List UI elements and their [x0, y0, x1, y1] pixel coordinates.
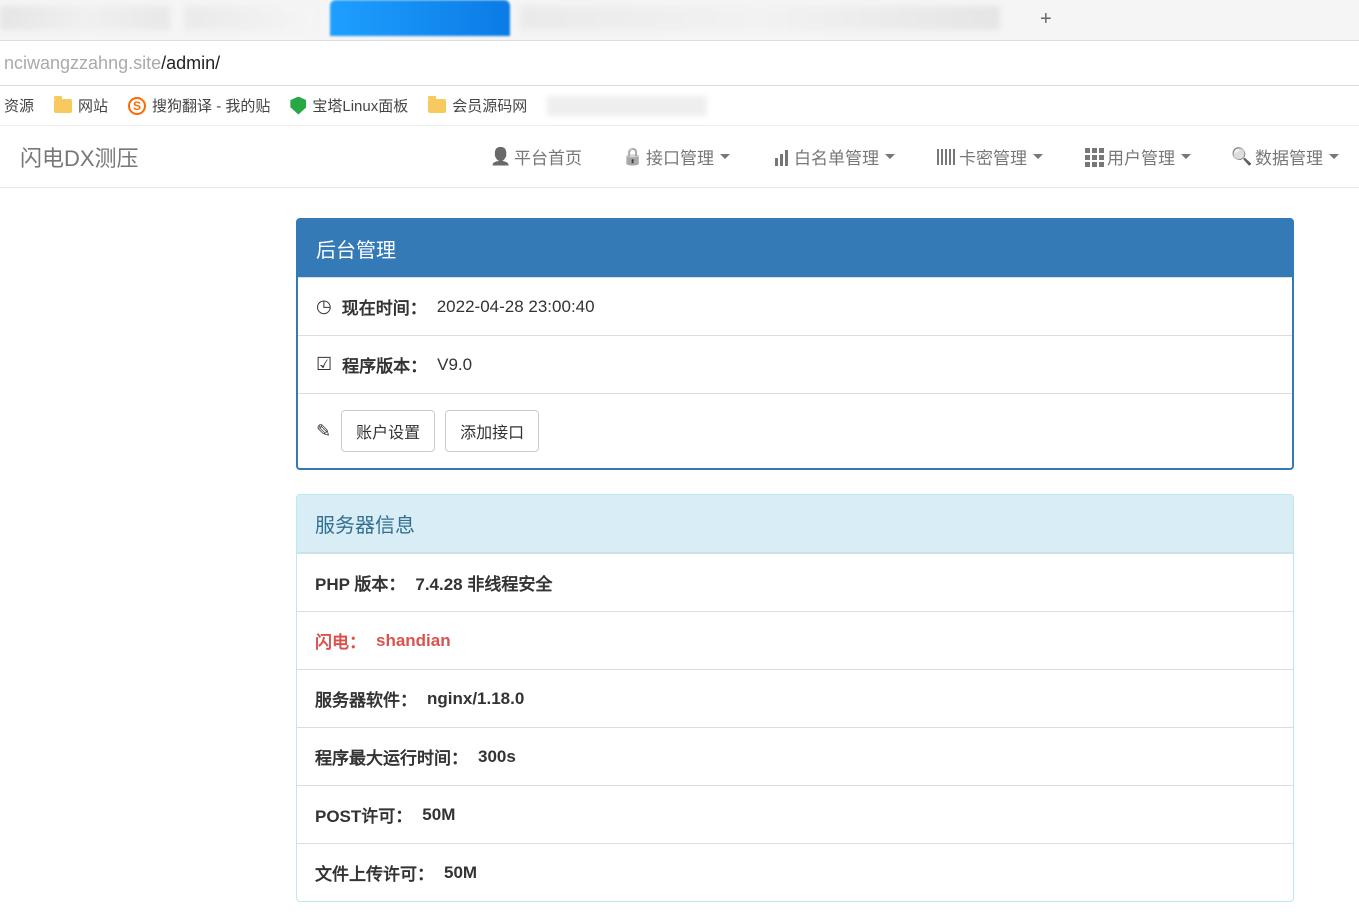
- nav-api-management[interactable]: 接口管理: [624, 144, 730, 169]
- bookmark-resource[interactable]: 资源: [4, 95, 34, 116]
- bookmark-baota[interactable]: 宝塔Linux面板: [290, 95, 408, 116]
- brand-title[interactable]: 闪电DX测压: [20, 141, 139, 173]
- search-icon: [1233, 148, 1251, 166]
- bookmark-member[interactable]: 会员源码网: [428, 95, 527, 116]
- chevron-down-icon: [1329, 154, 1339, 159]
- upload-value: 50M: [444, 863, 477, 883]
- sd-label: 闪电：: [315, 628, 366, 653]
- row-current-time: 现在时间： 2022-04-28 23:00:40: [298, 277, 1292, 335]
- version-value: V9.0: [437, 355, 472, 375]
- chevron-down-icon: [1033, 154, 1043, 159]
- shield-icon: [290, 97, 306, 115]
- url-path: /admin/: [161, 53, 220, 74]
- panel-admin: 后台管理 现在时间： 2022-04-28 23:00:40 程序版本： V9.…: [296, 218, 1294, 470]
- sd-value: shandian: [376, 631, 451, 651]
- post-value: 50M: [422, 805, 455, 825]
- row-max-runtime: 程序最大运行时间： 300s: [297, 727, 1293, 785]
- nav-whitelist-management[interactable]: 白名单管理: [772, 144, 895, 169]
- upload-label: 文件上传许可：: [315, 860, 434, 885]
- nav-label: 平台首页: [514, 144, 582, 169]
- row-post-limit: POST许可： 50M: [297, 785, 1293, 843]
- chevron-down-icon: [885, 154, 895, 159]
- bookmark-label: 宝塔Linux面板: [312, 95, 408, 116]
- pencil-icon: [316, 421, 331, 442]
- main-content: 后台管理 现在时间： 2022-04-28 23:00:40 程序版本： V9.…: [0, 188, 1359, 902]
- row-actions: 账户设置 添加接口: [298, 393, 1292, 468]
- chevron-down-icon: [1181, 154, 1191, 159]
- panel-server-info: 服务器信息 PHP 版本： 7.4.28 非线程安全 闪电： shandian …: [296, 494, 1294, 902]
- bookmark-label: 网站: [78, 95, 108, 116]
- sogou-icon: S: [128, 97, 146, 115]
- nav-card-management[interactable]: 卡密管理: [937, 144, 1043, 169]
- main-navbar: 闪电DX测压 平台首页 接口管理 白名单管理 卡密管理 用户管理 数据管: [0, 126, 1359, 188]
- tab-blurred-2: [185, 6, 315, 30]
- row-php-version: PHP 版本： 7.4.28 非线程安全: [297, 553, 1293, 611]
- barcode-icon: [937, 149, 955, 165]
- bookmark-label: 资源: [4, 95, 34, 116]
- nav-label: 接口管理: [646, 144, 714, 169]
- check-icon: [316, 354, 332, 375]
- php-value: 7.4.28 非线程安全: [415, 570, 552, 595]
- time-label: 现在时间：: [342, 294, 427, 319]
- panel-admin-heading: 后台管理: [298, 220, 1292, 277]
- post-label: POST许可：: [315, 802, 412, 827]
- folder-icon: [54, 99, 72, 113]
- nav-label: 白名单管理: [794, 144, 879, 169]
- lock-icon: [624, 148, 642, 166]
- tab-active[interactable]: [330, 0, 510, 36]
- nav-home[interactable]: 平台首页: [492, 144, 582, 169]
- browser-tabs: +: [0, 0, 1359, 40]
- row-upload-limit: 文件上传许可： 50M: [297, 843, 1293, 901]
- clock-icon: [316, 296, 332, 317]
- bars-icon: [772, 148, 790, 166]
- chevron-down-icon: [720, 154, 730, 159]
- nav-label: 卡密管理: [959, 144, 1027, 169]
- add-api-button[interactable]: 添加接口: [445, 410, 539, 452]
- user-icon: [492, 148, 510, 166]
- new-tab-button[interactable]: +: [1040, 8, 1052, 31]
- bookmark-label: 搜狗翻译 - 我的贴: [152, 95, 270, 116]
- tab-blurred-1: [0, 6, 170, 30]
- nav-user-management[interactable]: 用户管理: [1085, 144, 1191, 169]
- grid-icon: [1085, 148, 1103, 166]
- server-label: 服务器软件：: [315, 686, 417, 711]
- panel-server-heading: 服务器信息: [297, 495, 1293, 553]
- nav-data-management[interactable]: 数据管理: [1233, 144, 1339, 169]
- bookmarks-bar: 资源 网站 S 搜狗翻译 - 我的贴 宝塔Linux面板 会员源码网: [0, 86, 1359, 126]
- maxtime-value: 300s: [478, 747, 516, 767]
- nav-label: 用户管理: [1107, 144, 1175, 169]
- bookmark-website[interactable]: 网站: [54, 95, 108, 116]
- bookmark-blurred: [547, 96, 707, 116]
- folder-icon: [428, 99, 446, 113]
- time-value: 2022-04-28 23:00:40: [437, 297, 595, 317]
- account-settings-button[interactable]: 账户设置: [341, 410, 435, 452]
- server-value: nginx/1.18.0: [427, 689, 524, 709]
- tab-blurred-3: [520, 6, 1000, 30]
- bookmark-sogou[interactable]: S 搜狗翻译 - 我的贴: [128, 95, 270, 116]
- php-label: PHP 版本：: [315, 570, 405, 595]
- row-server-software: 服务器软件： nginx/1.18.0: [297, 669, 1293, 727]
- nav-label: 数据管理: [1255, 144, 1323, 169]
- bookmark-label: 会员源码网: [452, 95, 527, 116]
- address-bar[interactable]: nciwangzzahng.site/admin/: [0, 40, 1359, 86]
- row-program-version: 程序版本： V9.0: [298, 335, 1292, 393]
- version-label: 程序版本：: [342, 352, 427, 377]
- row-shandian: 闪电： shandian: [297, 611, 1293, 669]
- maxtime-label: 程序最大运行时间：: [315, 744, 468, 769]
- url-domain: nciwangzzahng.site: [4, 53, 161, 74]
